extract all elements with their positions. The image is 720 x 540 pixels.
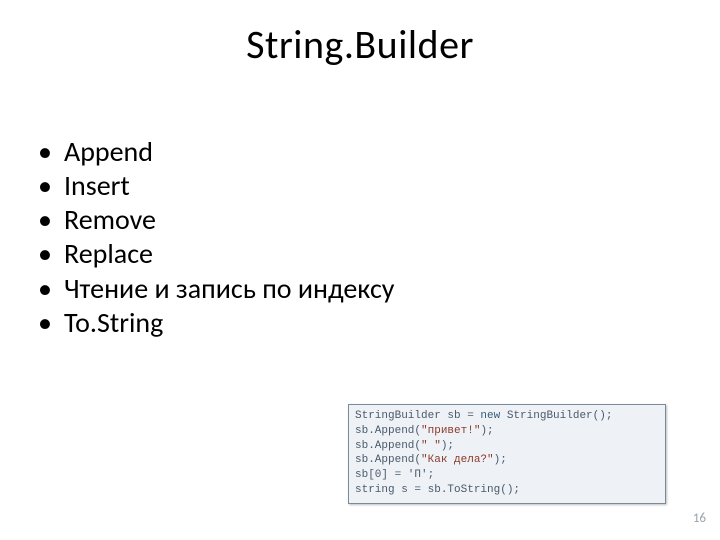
bullet-dot: • [38, 237, 64, 271]
code-line: sb.Append("привет!"); [355, 425, 494, 437]
page-number: 16 [693, 511, 706, 526]
slide-title: String.Builder [0, 20, 720, 69]
bullet-dot: • [38, 272, 64, 306]
code-line: sb.Append("Как дела?"); [355, 454, 507, 466]
bullet-dot: • [38, 169, 64, 203]
code-line: sb.Append(" "); [355, 440, 454, 452]
slide: String.Builder • Append • Insert • Remov… [0, 0, 720, 540]
bullet-text: Remove [64, 203, 156, 237]
bullet-list: • Append • Insert • Remove • Replace • Ч… [38, 135, 394, 340]
bullet-dot: • [38, 203, 64, 237]
code-line: sb[0] = 'П'; [355, 469, 434, 481]
list-item: • Append [38, 135, 394, 169]
bullet-text: To.String [64, 306, 163, 340]
list-item: • Remove [38, 203, 394, 237]
bullet-text: Replace [64, 237, 153, 271]
bullet-dot: • [38, 306, 64, 340]
list-item: • Replace [38, 237, 394, 271]
code-sample: StringBuilder sb = new StringBuilder(); … [348, 404, 666, 504]
bullet-dot: • [38, 135, 64, 169]
bullet-text: Чтение и запись по индексу [64, 272, 394, 306]
code-line: string s = sb.ToString(); [355, 484, 520, 496]
list-item: • To.String [38, 306, 394, 340]
code-line: StringBuilder sb = new StringBuilder(); [355, 410, 612, 422]
bullet-text: Insert [64, 169, 130, 203]
list-item: • Чтение и запись по индексу [38, 272, 394, 306]
list-item: • Insert [38, 169, 394, 203]
bullet-text: Append [64, 135, 153, 169]
